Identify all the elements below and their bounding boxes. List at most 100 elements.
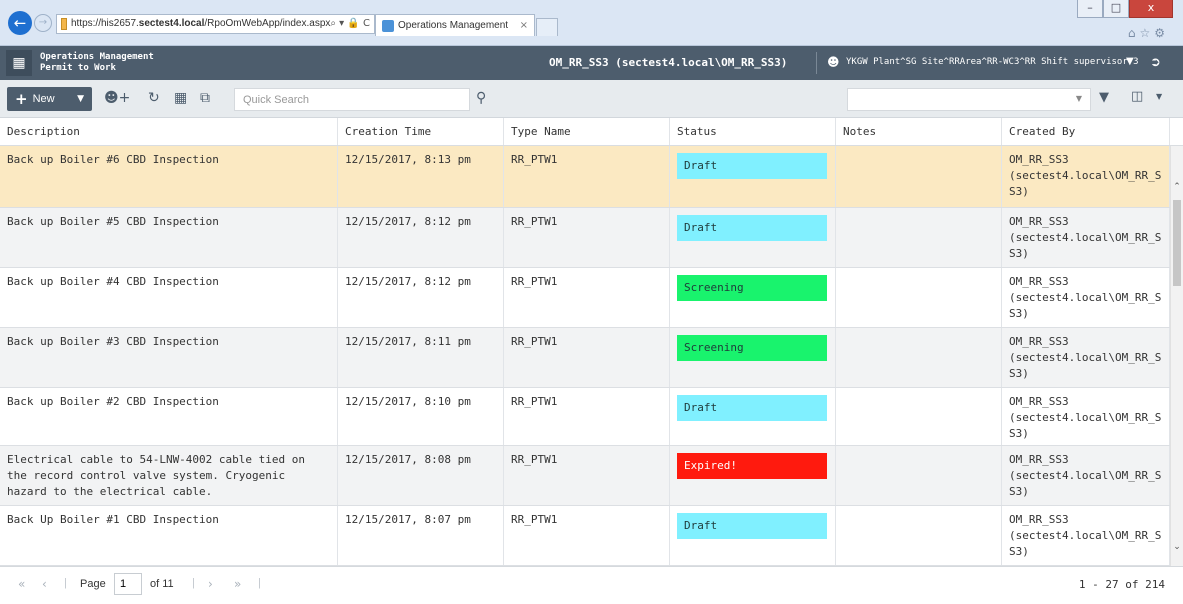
first-page-icon[interactable]: « <box>18 577 25 591</box>
user-info: OM_RR_SS3 (sectest4.local\OM_RR_SS3) <box>549 56 788 69</box>
tab-favicon-icon <box>382 19 394 32</box>
header-divider <box>816 52 817 74</box>
cell-creation-time: 12/15/2017, 8:12 pm <box>338 208 504 267</box>
app-name: Operations Management <box>40 52 154 62</box>
page-icon <box>61 18 67 30</box>
table-row[interactable]: Back Up Boiler #1 CBD Inspection 12/15/2… <box>0 506 1170 566</box>
page-number-input[interactable] <box>114 573 142 595</box>
search-icon[interactable]: ⚲ <box>476 90 486 106</box>
chevron-down-icon: ▼ <box>1075 94 1082 103</box>
cell-creation-time: 12/15/2017, 8:12 pm <box>338 268 504 327</box>
new-label: New <box>32 93 55 105</box>
cell-notes <box>836 146 1002 207</box>
cell-type-name: RR_PTW1 <box>504 446 670 505</box>
cell-type-name: RR_PTW1 <box>504 146 670 207</box>
cell-notes <box>836 388 1002 445</box>
filter-select[interactable]: ▼ <box>847 88 1091 111</box>
pager: « ‹ | Page of 11 | › » | 1 - 27 of 214 <box>0 566 1183 604</box>
browser-back-button[interactable]: ← <box>8 11 32 35</box>
cell-notes <box>836 268 1002 327</box>
cell-creation-time: 12/15/2017, 8:08 pm <box>338 446 504 505</box>
scroll-thumb[interactable] <box>1173 200 1181 286</box>
page-label: Page <box>80 578 106 590</box>
column-header-description[interactable]: Description <box>0 118 338 145</box>
chevron-down-icon[interactable]: ▼ <box>1126 56 1134 67</box>
cell-description: Back up Boiler #6 CBD Inspection <box>0 146 338 207</box>
status-badge: Draft <box>677 153 827 179</box>
column-header-status[interactable]: Status <box>670 118 836 145</box>
cell-status: Draft <box>670 388 836 445</box>
column-header-type-name[interactable]: Type Name <box>504 118 670 145</box>
pager-divider: | <box>64 577 67 589</box>
chevron-down-icon[interactable]: ▼ <box>1156 92 1162 101</box>
status-badge: Screening <box>677 275 827 301</box>
column-header-creation-time[interactable]: Creation Time <box>338 118 504 145</box>
page-count: of 11 <box>150 578 174 590</box>
cell-created-by: OM_RR_SS3 (sectest4.local\OM_RR_S S3) <box>1002 208 1170 267</box>
scroll-up-icon[interactable]: ⌃ <box>1171 182 1183 192</box>
cell-description: Back up Boiler #2 CBD Inspection <box>0 388 338 445</box>
table-row[interactable]: Back up Boiler #4 CBD Inspection 12/15/2… <box>0 268 1170 328</box>
cell-creation-time: 12/15/2017, 8:11 pm <box>338 328 504 387</box>
apps-grid-icon[interactable]: ▦ <box>6 50 32 76</box>
table-row[interactable]: Back up Boiler #3 CBD Inspection 12/15/2… <box>0 328 1170 388</box>
close-window-button[interactable]: x <box>1129 0 1173 18</box>
next-page-icon[interactable]: › <box>208 577 213 591</box>
filter-icon[interactable]: ▼ <box>1099 90 1109 105</box>
address-bar[interactable]: https://his2657.sectest4.local/RpoOmWebA… <box>56 14 375 34</box>
pager-divider: | <box>192 577 195 589</box>
cell-created-by: OM_RR_SS3 (sectest4.local\OM_RR_S S3) <box>1002 268 1170 327</box>
table-row[interactable]: Back up Boiler #2 CBD Inspection 12/15/2… <box>0 388 1170 446</box>
module-name: Permit to Work <box>40 63 116 73</box>
last-page-icon[interactable]: » <box>234 577 241 591</box>
address-bar-icons[interactable]: ⌕ ▾ 🔒 C <box>330 15 374 33</box>
pager-divider: | <box>258 577 261 589</box>
browser-tab[interactable]: Operations Management × <box>375 14 535 36</box>
minimize-button[interactable]: – <box>1077 0 1103 18</box>
column-header-created-by[interactable]: Created By <box>1002 118 1170 145</box>
add-user-icon[interactable]: ☻+ <box>104 90 130 106</box>
browser-forward-button[interactable]: → <box>34 14 52 32</box>
cell-notes <box>836 446 1002 505</box>
cell-description: Back Up Boiler #1 CBD Inspection <box>0 506 338 565</box>
quick-search-input[interactable] <box>234 88 470 111</box>
cell-description: Electrical cable to 54-LNW-4002 cable ti… <box>0 446 338 505</box>
new-button[interactable]: + New ▼ <box>7 87 92 111</box>
cell-type-name: RR_PTW1 <box>504 328 670 387</box>
tab-close-icon[interactable]: × <box>520 16 528 36</box>
new-tab-button[interactable] <box>536 18 558 36</box>
role-selector[interactable]: YKGW Plant^SG Site^RRArea^RR-WC3^RR Shif… <box>846 57 1139 67</box>
cell-created-by: OM_RR_SS3 (sectest4.local\OM_RR_S S3) <box>1002 446 1170 505</box>
cell-notes <box>836 208 1002 267</box>
copy-icon[interactable]: ⧉ <box>200 90 210 106</box>
prev-page-icon[interactable]: ‹ <box>42 577 47 591</box>
toolbar: + New ▼ ☻+ ↻ ▦ ⧉ ⚲ ▼ ▼ ◫ ▼ <box>0 80 1183 118</box>
address-url: https://his2657.sectest4.local/RpoOmWebA… <box>70 18 331 29</box>
grid-scrollbar[interactable]: ⌃ ⌄ <box>1170 146 1183 566</box>
table-row[interactable]: Back up Boiler #5 CBD Inspection 12/15/2… <box>0 208 1170 268</box>
cell-type-name: RR_PTW1 <box>504 268 670 327</box>
maximize-button[interactable]: □ <box>1103 0 1129 18</box>
excel-export-icon[interactable]: ▦ <box>174 90 187 106</box>
cell-description: Back up Boiler #4 CBD Inspection <box>0 268 338 327</box>
grid-header: Description Creation Time Type Name Stat… <box>0 118 1183 146</box>
columns-icon[interactable]: ◫ <box>1131 89 1143 104</box>
column-header-notes[interactable]: Notes <box>836 118 1002 145</box>
cell-status: Screening <box>670 328 836 387</box>
grid-body: Back up Boiler #6 CBD Inspection 12/15/2… <box>0 146 1183 566</box>
browser-tools-icons[interactable]: ⌂☆⚙ <box>1128 26 1169 40</box>
cell-type-name: RR_PTW1 <box>504 506 670 565</box>
table-row[interactable]: Back up Boiler #6 CBD Inspection 12/15/2… <box>0 146 1170 208</box>
cell-creation-time: 12/15/2017, 8:10 pm <box>338 388 504 445</box>
status-badge: Draft <box>677 395 827 421</box>
scroll-down-icon[interactable]: ⌄ <box>1171 542 1183 552</box>
table-row[interactable]: Electrical cable to 54-LNW-4002 cable ti… <box>0 446 1170 506</box>
cell-created-by: OM_RR_SS3 (sectest4.local\OM_RR_S S3) <box>1002 388 1170 445</box>
plus-icon: + <box>15 90 28 108</box>
refresh-icon[interactable]: ↻ <box>148 90 160 106</box>
logout-icon[interactable]: ➲ <box>1150 55 1161 70</box>
cell-creation-time: 12/15/2017, 8:07 pm <box>338 506 504 565</box>
cell-status: Screening <box>670 268 836 327</box>
cell-status: Draft <box>670 506 836 565</box>
chevron-down-icon: ▼ <box>77 94 84 104</box>
